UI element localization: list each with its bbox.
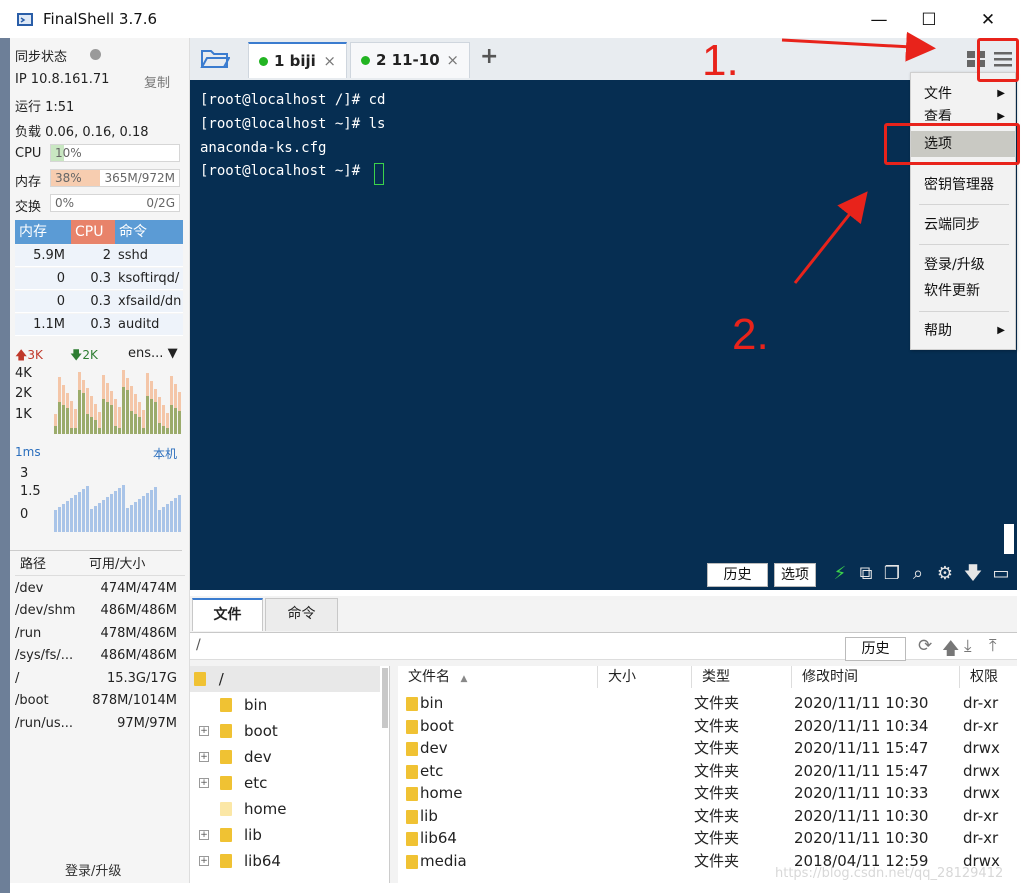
- annotation-arrow-1: [781, 31, 936, 62]
- annotation-arrow-2: [793, 191, 868, 284]
- annotation-arrows: [781, 31, 936, 284]
